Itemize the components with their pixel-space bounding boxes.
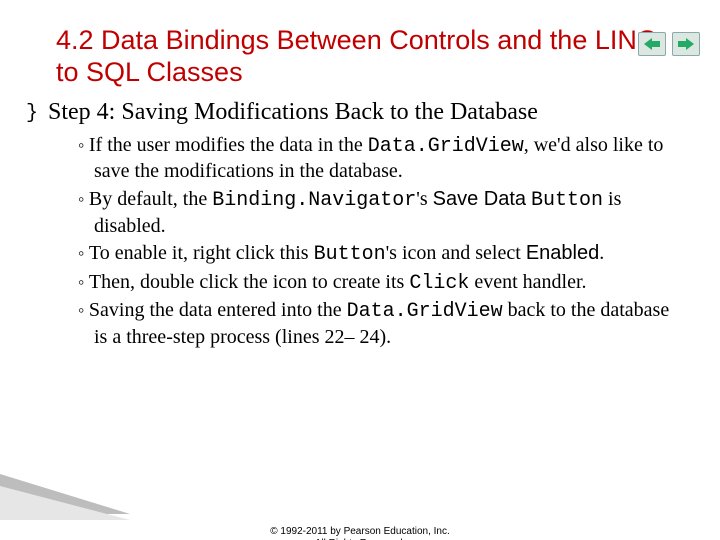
list-item: Then, double click the icon to create it… (78, 270, 680, 297)
nav-forward-button[interactable] (672, 32, 700, 56)
arrow-left-icon (644, 38, 660, 50)
list-item: Saving the data entered into the Data.Gr… (78, 298, 680, 350)
decorative-wedge (0, 474, 130, 524)
copyright-line1: © 1992-2011 by Pearson Education, Inc. (270, 526, 450, 537)
step-heading: } Step 4: Saving Modifications Back to t… (26, 99, 680, 129)
nav-controls (638, 32, 700, 56)
copyright: © 1992-2011 by Pearson Education, Inc. A… (0, 526, 720, 540)
slide-body: } Step 4: Saving Modifications Back to t… (26, 99, 680, 351)
nav-back-button[interactable] (638, 32, 666, 56)
slide-title: 4.2 Data Bindings Between Controls and t… (56, 24, 680, 89)
list-item: By default, the Binding.Navigator's Save… (78, 187, 680, 239)
sub-bullets: If the user modifies the data in the Dat… (78, 133, 680, 351)
list-item: If the user modifies the data in the Dat… (78, 133, 680, 185)
step-label: Step 4: Saving Modifications Back to the… (48, 99, 538, 126)
arrow-right-icon (678, 38, 694, 50)
list-item: To enable it, right click this Button's … (78, 241, 680, 268)
bullet-icon: } (26, 99, 38, 129)
